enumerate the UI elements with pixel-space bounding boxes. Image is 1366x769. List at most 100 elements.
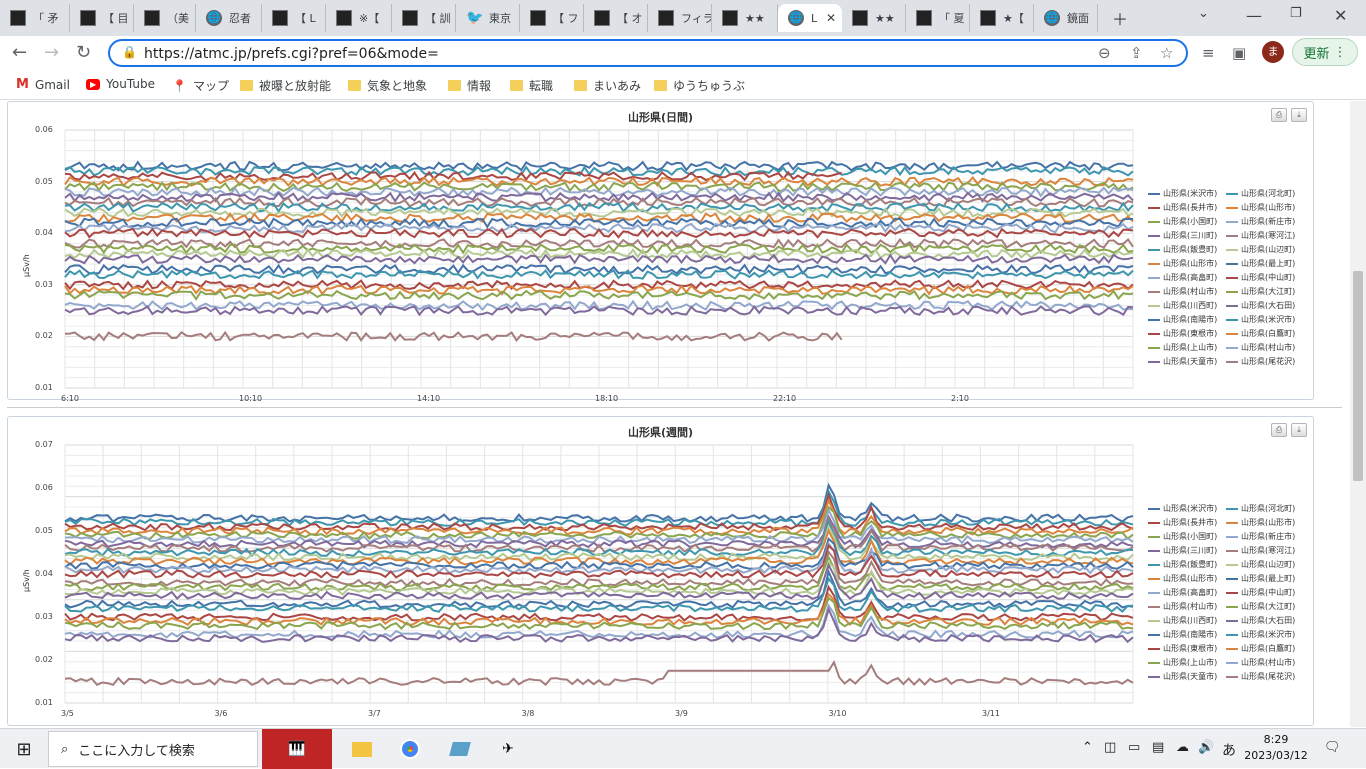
forward-icon[interactable]: → [44, 42, 59, 63]
legend-item[interactable]: 山形県(中山町) [1226, 272, 1295, 283]
legend-item[interactable]: 山形県(大江町) [1226, 601, 1295, 612]
legend-item[interactable]: 山形県(小国町) [1148, 531, 1217, 542]
reload-icon[interactable]: ↻ [76, 42, 91, 63]
windows-start-icon[interactable]: ⊞ [12, 737, 36, 761]
bookmark-3[interactable]: 被曝と放射能 [240, 77, 331, 94]
scrollbar-thumb[interactable] [1353, 271, 1363, 481]
tab-16[interactable]: 🌐 鏡面 [1034, 4, 1098, 32]
bookmark-2[interactable]: 📍 マップ [172, 77, 229, 94]
legend-item[interactable]: 山形県(飯豊町) [1148, 559, 1217, 570]
legend-item[interactable]: 山形県(中山町) [1226, 587, 1295, 598]
legend-item[interactable]: 山形県(山形市) [1148, 258, 1217, 269]
print-chart-icon[interactable]: ⎙ [1271, 108, 1287, 122]
lock-icon[interactable]: 🔒 [122, 45, 137, 59]
bookmark-7[interactable]: まいあみ [574, 77, 641, 94]
zoom-icon[interactable]: ⊖ [1098, 44, 1111, 62]
back-icon[interactable]: ← [12, 42, 27, 63]
legend-item[interactable]: 山形県(川西町) [1148, 300, 1217, 311]
legend-item[interactable]: 山形県(飯豊町) [1148, 244, 1217, 255]
legend-item[interactable]: 山形県(小国町) [1148, 216, 1217, 227]
tab-10[interactable]: フィラ [648, 4, 712, 32]
scrollbar[interactable] [1350, 101, 1366, 727]
bookmark-0[interactable]: M Gmail [16, 77, 70, 92]
legend-item[interactable]: 山形県(大石田) [1226, 300, 1295, 311]
legend-item[interactable]: 山形県(長井市) [1148, 517, 1217, 528]
volume-icon[interactable]: 🔊 [1198, 740, 1214, 755]
legend-item[interactable]: 山形県(山辺町) [1226, 244, 1295, 255]
legend-item[interactable]: 山形県(尾花沢) [1226, 356, 1295, 367]
tab-search-icon[interactable]: ⌄ [1198, 6, 1209, 21]
legend-item[interactable]: 山形県(高畠町) [1148, 587, 1217, 598]
legend-item[interactable]: 山形県(天童市) [1148, 671, 1217, 682]
tab-13[interactable]: ★★ [842, 4, 906, 32]
legend-item[interactable]: 山形県(米沢市) [1148, 503, 1217, 514]
bookmark-1[interactable]: ▶ YouTube [86, 77, 155, 91]
download-chart-icon[interactable]: ⤓ [1291, 108, 1307, 122]
legend-item[interactable]: 山形県(長井市) [1148, 202, 1217, 213]
bookmark-4[interactable]: 気象と地象 [348, 77, 427, 94]
legend-item[interactable]: 山形県(米沢市) [1226, 629, 1295, 640]
update-button[interactable]: 更新 ⋮ [1292, 38, 1358, 66]
tab-15[interactable]: ★【 [970, 4, 1034, 32]
chrome-icon[interactable] [398, 737, 422, 761]
legend-item[interactable]: 山形県(河北町) [1226, 188, 1295, 199]
legend-item[interactable]: 山形県(寒河江) [1226, 230, 1295, 241]
ime-indicator[interactable]: あ [1222, 740, 1236, 760]
legend-item[interactable]: 山形県(上山市) [1148, 657, 1217, 668]
notification-icon[interactable]: 🗨 [1324, 740, 1341, 755]
legend-item[interactable]: 山形県(米沢市) [1148, 188, 1217, 199]
avatar[interactable]: ま [1262, 41, 1284, 63]
tab-3[interactable]: 🌐 忍者 [196, 4, 262, 32]
tab-9[interactable]: 【 オ [584, 4, 648, 32]
legend-item[interactable]: 山形県(白鷹町) [1226, 643, 1295, 654]
tab-4[interactable]: 【 L [262, 4, 326, 32]
file-explorer-icon[interactable] [350, 737, 374, 761]
legend-item[interactable]: 山形県(川西町) [1148, 615, 1217, 626]
legend-item[interactable]: 山形県(米沢市) [1226, 314, 1295, 325]
legend-item[interactable]: 山形県(最上町) [1226, 258, 1295, 269]
tab-14[interactable]: 「 夏 [906, 4, 970, 32]
chevron-up-icon[interactable]: ⌃ [1082, 740, 1093, 755]
share-icon[interactable]: ⇪ [1130, 44, 1143, 62]
legend-item[interactable]: 山形県(山辺町) [1226, 559, 1295, 570]
app-icon[interactable] [448, 737, 472, 761]
legend-item[interactable]: 山形県(新庄市) [1226, 216, 1295, 227]
legend-item[interactable]: 山形県(白鷹町) [1226, 328, 1295, 339]
legend-item[interactable]: 山形県(大石田) [1226, 615, 1295, 626]
legend-item[interactable]: 山形県(高畠町) [1148, 272, 1217, 283]
legend-item[interactable]: 山形県(上山市) [1148, 342, 1217, 353]
legend-item[interactable]: 山形県(山形市) [1226, 517, 1295, 528]
legend-item[interactable]: 山形県(最上町) [1226, 573, 1295, 584]
network-icon[interactable]: ▤ [1152, 740, 1164, 755]
bookmark-5[interactable]: 情報 [448, 77, 491, 94]
legend-item[interactable]: 山形県(村山市) [1148, 286, 1217, 297]
legend-item[interactable]: 山形県(東根市) [1148, 643, 1217, 654]
bookmark-8[interactable]: ゆうちゅうぶ [654, 77, 745, 94]
legend-item[interactable]: 山形県(村山市) [1148, 601, 1217, 612]
maximize-icon[interactable]: ❐ [1290, 6, 1302, 21]
legend-item[interactable]: 山形県(村山市) [1226, 657, 1295, 668]
airplane-icon[interactable]: ✈ [496, 737, 520, 761]
legend-item[interactable]: 山形県(新庄市) [1226, 531, 1295, 542]
meet-icon[interactable]: ◫ [1104, 740, 1116, 755]
legend-item[interactable]: 山形県(山形市) [1148, 573, 1217, 584]
new-tab-icon[interactable]: ＋ [1112, 6, 1128, 30]
tab-7[interactable]: 🐦 東京 [456, 4, 520, 32]
legend-item[interactable]: 山形県(天童市) [1148, 356, 1217, 367]
legend-item[interactable]: 山形県(大江町) [1226, 286, 1295, 297]
legend-item[interactable]: 山形県(東根市) [1148, 328, 1217, 339]
download-chart-icon[interactable]: ⤓ [1291, 423, 1307, 437]
tab-1[interactable]: 【 目 [70, 4, 134, 32]
tab-11[interactable]: ★★ [712, 4, 778, 32]
legend-item[interactable]: 山形県(山形市) [1226, 202, 1295, 213]
print-chart-icon[interactable]: ⎙ [1271, 423, 1287, 437]
legend-item[interactable]: 山形県(尾花沢) [1226, 671, 1295, 682]
tab-12[interactable]: 🌐 L ✕ [778, 4, 842, 32]
legend-item[interactable]: 山形県(南陽市) [1148, 314, 1217, 325]
close-tab-icon[interactable]: ✕ [826, 11, 836, 25]
legend-item[interactable]: 山形県(三川町) [1148, 545, 1217, 556]
bookmark-6[interactable]: 転職 [510, 77, 553, 94]
tab-8[interactable]: 【 フ [520, 4, 584, 32]
tab-6[interactable]: 【 訓 [392, 4, 456, 32]
onedrive-icon[interactable]: ☁ [1176, 740, 1189, 755]
